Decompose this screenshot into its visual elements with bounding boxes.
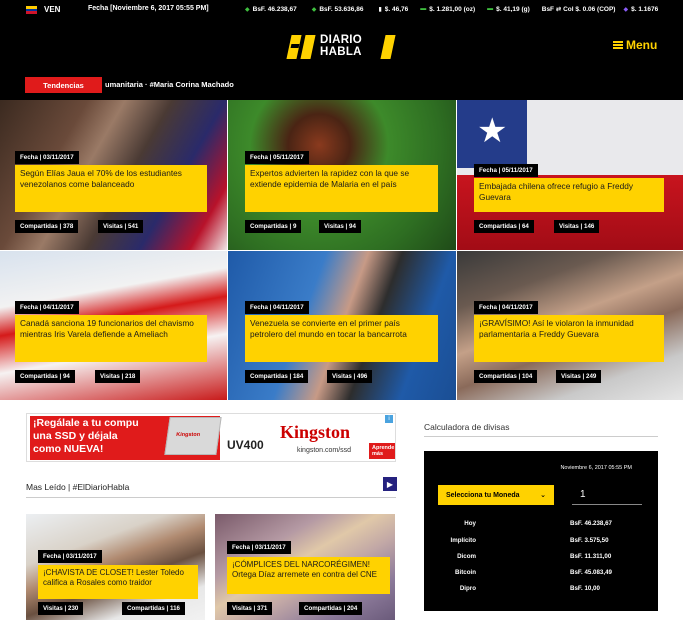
views-badge: Visitas | 249 bbox=[556, 370, 602, 383]
kingston-logo: Kingston bbox=[280, 422, 351, 442]
rate-item: ▮ $. 46,76 bbox=[378, 5, 409, 13]
site-header: DIARIO HABLA Menu Tendencias umanitaria … bbox=[0, 20, 683, 100]
menu-button[interactable]: Menu bbox=[613, 38, 657, 52]
shares-badge: Compartidas | 64 bbox=[474, 220, 534, 233]
next-arrow-button[interactable]: ▶ bbox=[383, 477, 397, 491]
divider bbox=[424, 436, 658, 437]
site-logo[interactable]: DIARIO HABLA bbox=[286, 34, 396, 60]
news-card[interactable]: ★ Fecha | 05/11/2017 Embajada chilena of… bbox=[457, 100, 683, 250]
divider bbox=[26, 497, 396, 498]
news-card[interactable]: Fecha | 04/11/2017 ¡GRAVÍSIMO! Así le vi… bbox=[457, 251, 683, 400]
headline[interactable]: Expertos advierten la rapidez con la que… bbox=[245, 165, 438, 212]
headline[interactable]: ¡CHAVISTA DE CLOSET! Lester Toledo calif… bbox=[38, 565, 198, 599]
news-card[interactable]: Fecha | 04/11/2017 Venezuela se conviert… bbox=[228, 251, 456, 400]
ticker-date: Fecha [Noviembre 6, 2017 05:55 PM] bbox=[88, 5, 209, 12]
shares-badge: Compartidas | 204 bbox=[299, 602, 363, 615]
date-badge: Fecha | 04/11/2017 bbox=[245, 301, 309, 314]
rate-item: ◆ BsF. 53.636,86 bbox=[311, 5, 364, 13]
country-code: VEN bbox=[44, 5, 61, 14]
kingston-ad-banner[interactable]: ¡Regálale a tu compu una SSD y déjala co… bbox=[26, 413, 396, 462]
news-card[interactable]: Fecha | 03/11/2017 Según Elías Jaua el 7… bbox=[0, 100, 227, 250]
most-read-label: Mas Leído | #ElDiarioHabla bbox=[26, 482, 130, 492]
ad-product: UV400 bbox=[227, 438, 264, 452]
arrow-up-icon: ◆ bbox=[245, 6, 250, 13]
news-card[interactable]: Fecha | 04/11/2017 Canadá sanciona 19 fu… bbox=[0, 251, 227, 400]
chevron-down-icon: ⌄ bbox=[540, 492, 546, 499]
calculator-title: Calculadora de divisas bbox=[424, 422, 510, 432]
logo-mark-icon bbox=[286, 34, 317, 60]
rate-item: ▬ $. 1.281,00 (oz) bbox=[420, 5, 476, 13]
headline[interactable]: Embajada chilena ofrece refugio a Freddy… bbox=[474, 178, 664, 212]
rate-item: ◆ BsF. 46.238,67 bbox=[245, 5, 297, 13]
logo-text: DIARIO HABLA bbox=[320, 34, 363, 58]
shares-badge: Compartidas | 104 bbox=[474, 370, 538, 383]
headline[interactable]: Según Elías Jaua el 70% de los estudiant… bbox=[15, 165, 207, 212]
logo-bar-icon bbox=[380, 35, 396, 59]
views-badge: Visitas | 94 bbox=[319, 220, 361, 233]
gold-bar-icon: ▬ bbox=[420, 6, 427, 12]
calculator-date: Noviembre 6, 2017 05:55 PM bbox=[560, 465, 632, 471]
top-ticker-bar: VEN Fecha [Noviembre 6, 2017 05:55 PM] ◆… bbox=[0, 0, 683, 20]
ad-url: kingston.com/ssd bbox=[297, 447, 352, 454]
most-read-card[interactable]: Fecha | 03/11/2017 ¡CHAVISTA DE CLOSET! … bbox=[26, 514, 205, 620]
venezuela-flag-icon bbox=[26, 6, 37, 14]
shares-badge: Compartidas | 116 bbox=[122, 602, 185, 615]
views-badge: Visitas | 371 bbox=[227, 602, 273, 615]
rate-item: ▬ $. 41,19 (g) bbox=[487, 5, 530, 13]
euro-icon: ◆ bbox=[623, 6, 629, 13]
rate-item: ◆ $. 1.1676 bbox=[623, 5, 659, 13]
headline[interactable]: ¡CÓMPLICES DEL NARCORÉGIMEN! Ortega Díaz… bbox=[227, 557, 390, 594]
headline[interactable]: ¡GRAVÍSIMO! Así le violaron la inmunidad… bbox=[474, 315, 664, 362]
headline[interactable]: Venezuela se convierte en el primer país… bbox=[245, 315, 438, 362]
amount-input[interactable]: 1 bbox=[572, 487, 642, 505]
gold-bar-icon: ▬ bbox=[487, 6, 494, 12]
shares-badge: Compartidas | 94 bbox=[15, 370, 75, 383]
views-badge: Visitas | 541 bbox=[98, 220, 144, 233]
currency-calculator: Noviembre 6, 2017 05:55 PM Selecciona tu… bbox=[424, 451, 658, 611]
arrow-up-icon: ◆ bbox=[311, 6, 317, 13]
rates-list: ◆ BsF. 46.238,67 ◆ BsF. 53.636,86 ▮ $. 46,7… bbox=[245, 5, 659, 14]
shares-badge: Compartidas | 378 bbox=[15, 220, 79, 233]
views-badge: Visitas | 146 bbox=[554, 220, 600, 233]
star-icon: ★ bbox=[477, 112, 508, 150]
ssd-drive-icon: Kingston bbox=[164, 417, 222, 455]
date-badge: Fecha | 05/11/2017 bbox=[474, 164, 538, 177]
date-badge: Fecha | 04/11/2017 bbox=[15, 301, 79, 314]
ad-info-icon[interactable]: i bbox=[385, 415, 393, 423]
chevron-right-icon: ▶ bbox=[386, 479, 394, 489]
currency-select[interactable]: Selecciona tu Moneda ⌄ bbox=[438, 485, 554, 505]
date-badge: Fecha | 03/11/2017 bbox=[15, 151, 79, 164]
headline[interactable]: Canadá sanciona 19 funcionarios del chav… bbox=[15, 315, 207, 362]
views-badge: Visitas | 218 bbox=[95, 370, 141, 383]
rate-item: BsF ⇄ Col $. 0.06 (COP) bbox=[541, 6, 616, 13]
learn-more-button[interactable]: Aprende más bbox=[369, 443, 395, 459]
news-card[interactable]: Fecha | 05/11/2017 Expertos advierten la… bbox=[228, 100, 456, 250]
date-badge: Fecha | 04/11/2017 bbox=[474, 301, 538, 314]
shares-badge: Compartidas | 184 bbox=[245, 370, 309, 383]
shares-badge: Compartidas | 9 bbox=[245, 220, 302, 233]
date-badge: Fecha | 03/11/2017 bbox=[38, 550, 102, 563]
views-badge: Visitas | 230 bbox=[38, 602, 84, 615]
hamburger-icon bbox=[613, 41, 623, 49]
date-badge: Fecha | 03/11/2017 bbox=[227, 541, 291, 554]
most-read-card[interactable]: Fecha | 03/11/2017 ¡CÓMPLICES DEL NARCOR… bbox=[215, 514, 395, 620]
trending-ticker[interactable]: umanitaria · #Maria Corina Machado bbox=[105, 80, 234, 89]
views-badge: Visitas | 496 bbox=[327, 370, 373, 383]
date-badge: Fecha | 05/11/2017 bbox=[245, 151, 309, 164]
chart-icon: ▮ bbox=[378, 6, 382, 13]
trending-button[interactable]: Tendencias bbox=[25, 77, 102, 93]
